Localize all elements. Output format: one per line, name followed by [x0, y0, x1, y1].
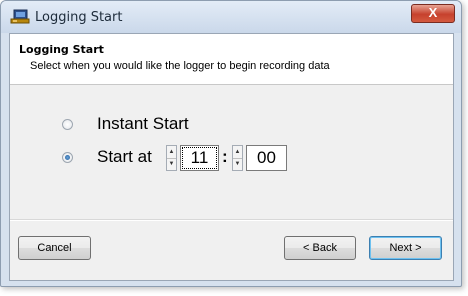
close-icon: X	[428, 5, 438, 20]
hour-spinner[interactable]: ▲ ▼	[166, 145, 177, 171]
next-button[interactable]: Next >	[369, 236, 442, 260]
chevron-down-icon[interactable]: ▼	[167, 158, 176, 170]
cancel-button[interactable]: Cancel	[18, 236, 91, 260]
header-subtitle: Select when you would like the logger to…	[30, 60, 330, 72]
button-footer: Cancel < Back Next >	[10, 219, 453, 280]
start-at-label: Start at	[97, 147, 152, 166]
logging-start-dialog: Logging Start X Logging Start Select whe…	[0, 0, 462, 287]
back-button[interactable]: < Back	[284, 236, 356, 260]
header-panel: Logging Start Select when you would like…	[10, 34, 453, 85]
hour-field[interactable]: 11	[180, 145, 219, 171]
dialog-content: Logging Start Select when you would like…	[9, 33, 454, 281]
chevron-down-icon[interactable]: ▼	[233, 158, 242, 170]
time-separator: :	[222, 147, 228, 166]
header-title: Logging Start	[19, 43, 104, 56]
instant-start-radio[interactable]	[62, 119, 73, 130]
minute-spinner[interactable]: ▲ ▼	[232, 145, 243, 171]
title-bar: Logging Start X	[1, 1, 461, 33]
logger-computer-icon	[10, 9, 30, 25]
window-title: Logging Start	[35, 10, 123, 25]
minute-field[interactable]: 00	[246, 145, 287, 171]
instant-start-label: Instant Start	[97, 114, 189, 133]
start-at-radio[interactable]	[62, 152, 73, 163]
close-button[interactable]: X	[411, 4, 455, 23]
